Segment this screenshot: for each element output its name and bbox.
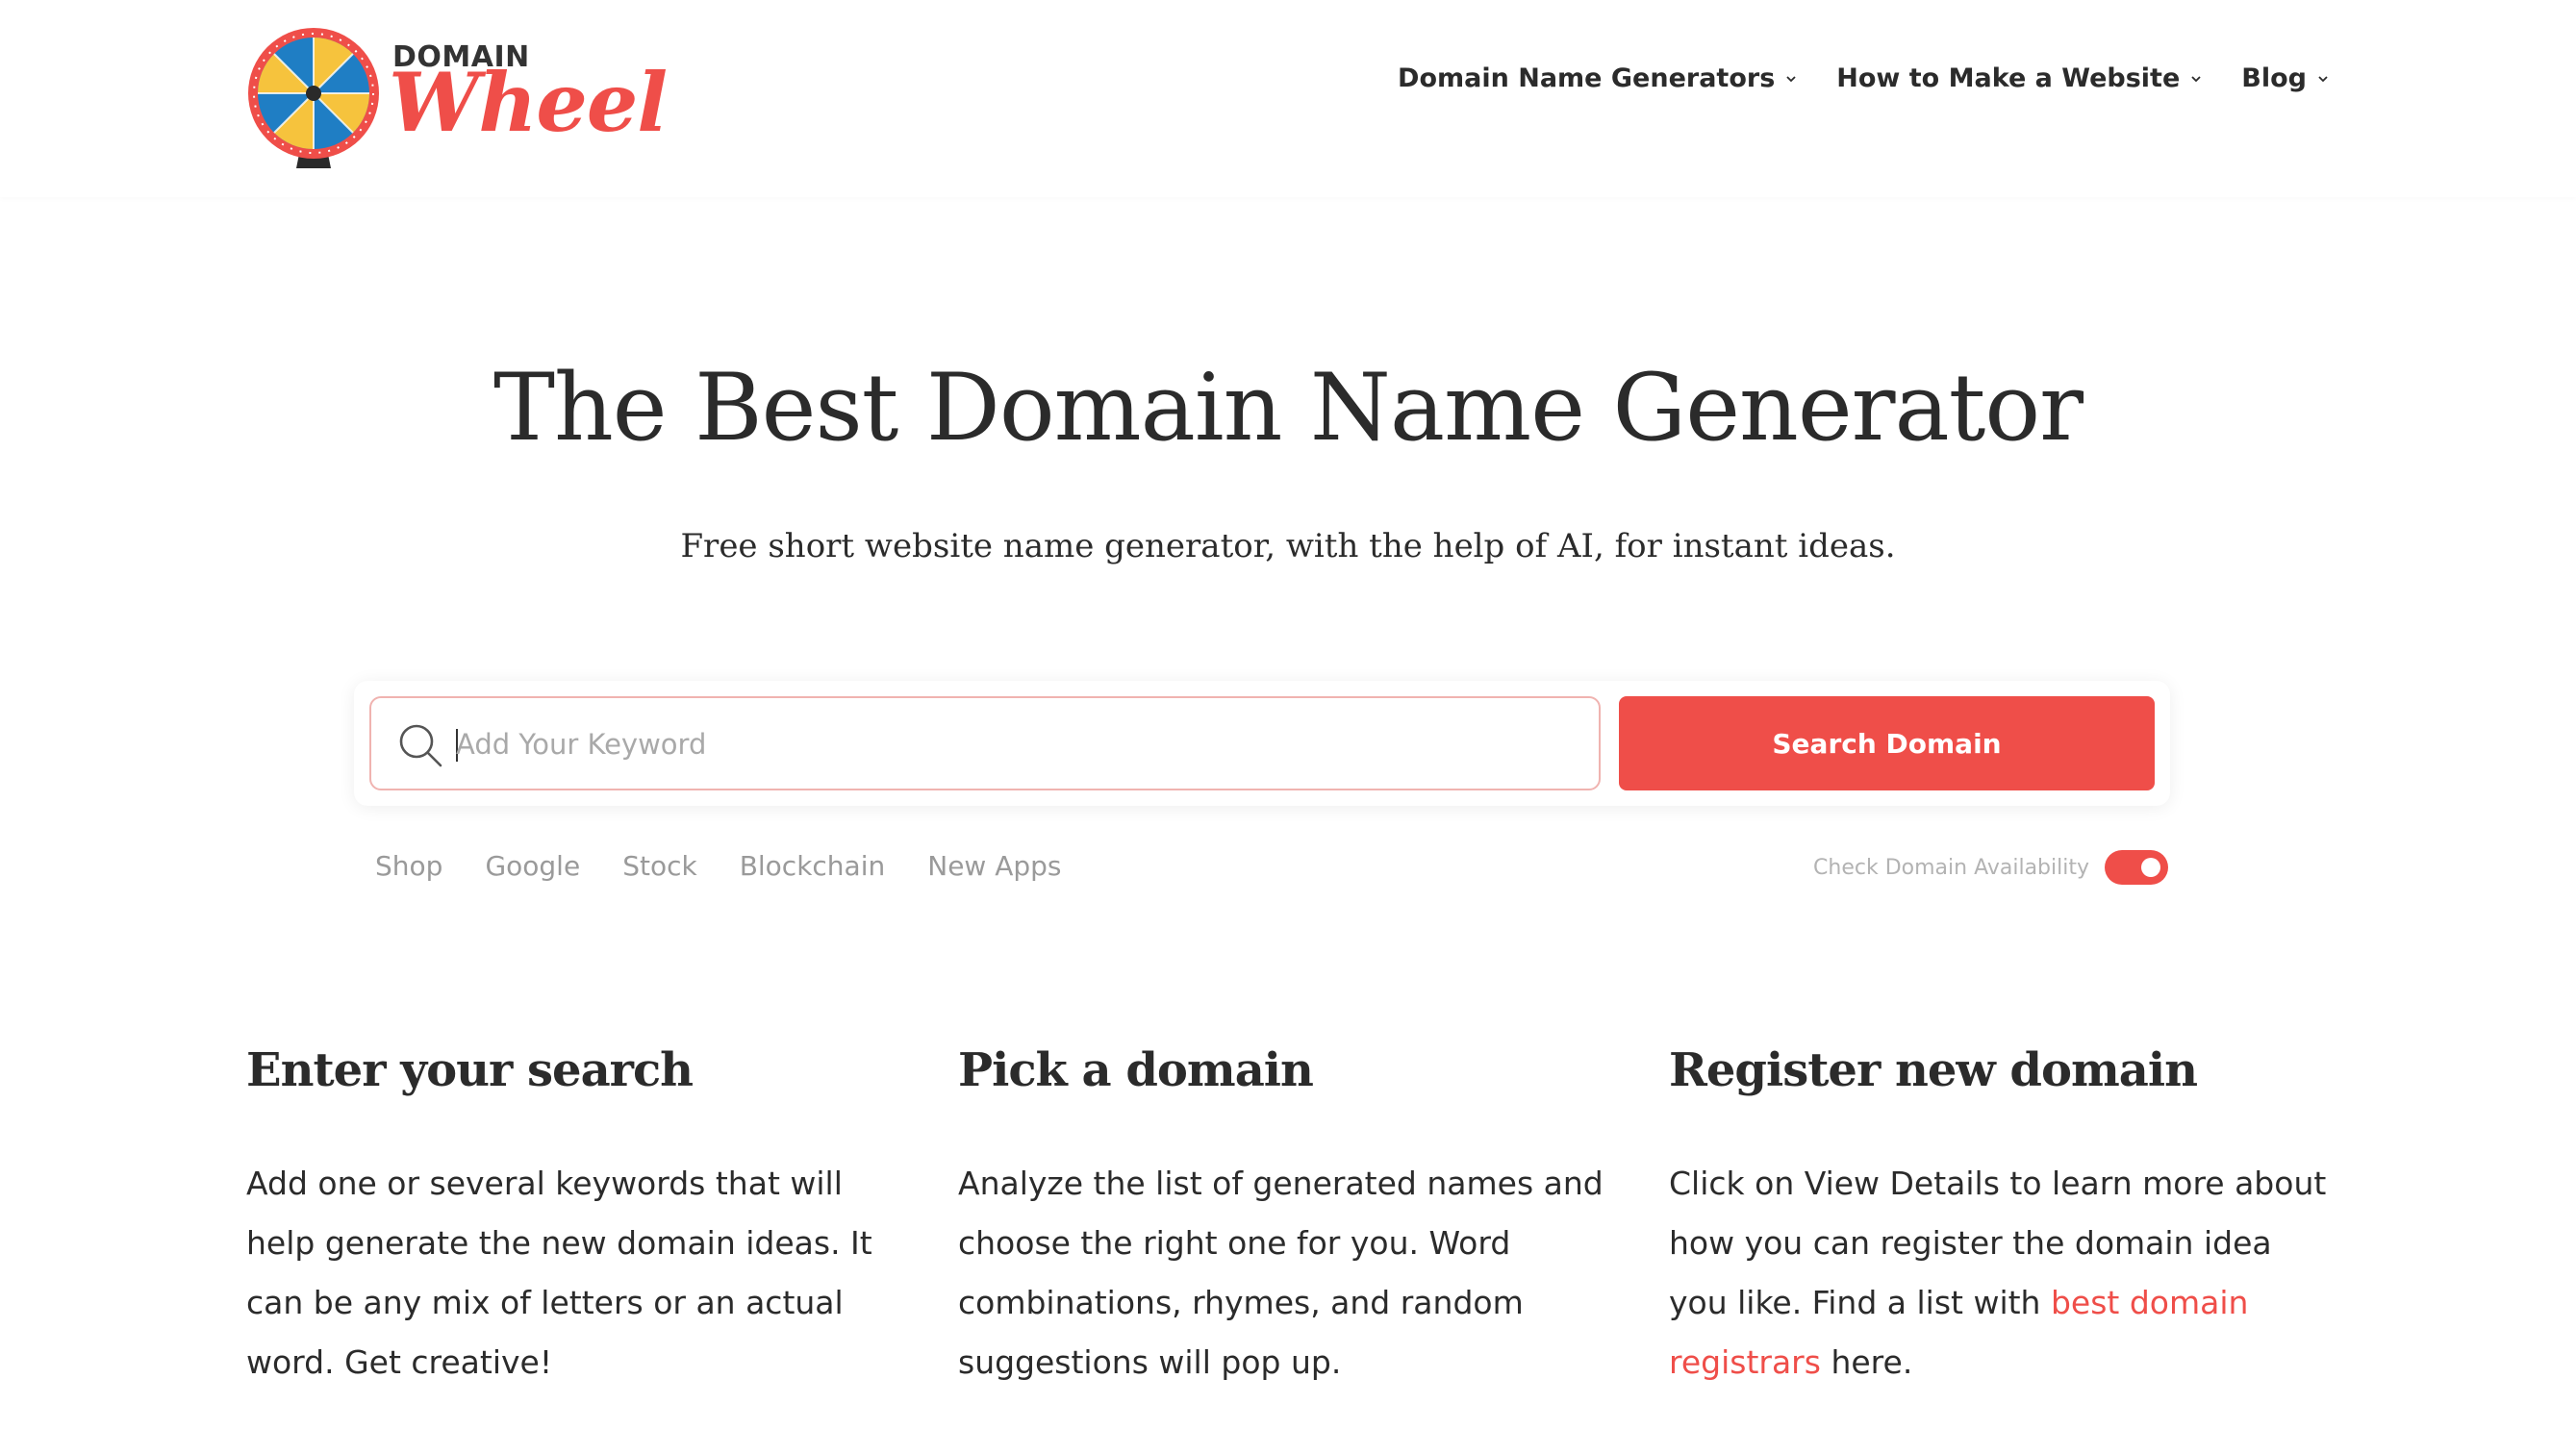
toggle-knob <box>2141 858 2160 877</box>
step-register-domain: Register new domain Click on View Detail… <box>1669 1039 2333 1392</box>
main-nav: Domain Name Generators How to Make a Web… <box>1398 63 2330 93</box>
availability-label: Check Domain Availability <box>1813 855 2089 880</box>
nav-item-label: Domain Name Generators <box>1398 63 1776 93</box>
suggestion-stock[interactable]: Stock <box>622 850 697 882</box>
chevron-down-icon <box>2191 75 2201 82</box>
site-logo[interactable]: DOMAIN Wheel <box>246 26 668 170</box>
chevron-down-icon <box>1786 75 1796 82</box>
step-text: Click on View Details to learn more abou… <box>1669 1154 2333 1392</box>
chevron-down-icon <box>2318 75 2328 82</box>
keyword-suggestions: Shop Google Stock Blockchain New Apps <box>375 850 1062 882</box>
nav-item-domain-name-generators[interactable]: Domain Name Generators <box>1398 63 1798 93</box>
logo-wheel-text: Wheel <box>389 55 668 150</box>
nav-item-blog[interactable]: Blog <box>2241 63 2330 93</box>
step-enter-search: Enter your search Add one or several key… <box>246 1039 910 1392</box>
step-text: Add one or several keywords that will he… <box>246 1165 872 1381</box>
wheel-logo-icon <box>248 28 379 168</box>
search-panel: Search Domain <box>354 681 2170 806</box>
suggestion-new-apps[interactable]: New Apps <box>927 850 1061 882</box>
availability-control: Check Domain Availability <box>1813 850 2168 885</box>
availability-toggle[interactable] <box>2105 850 2168 885</box>
suggestion-shop[interactable]: Shop <box>375 850 442 882</box>
step-pick-domain: Pick a domain Analyze the list of genera… <box>958 1039 1622 1392</box>
search-field[interactable] <box>369 696 1601 790</box>
nav-item-how-to-make-a-website[interactable]: How to Make a Website <box>1836 63 2203 93</box>
step-text: Analyze the list of generated names and … <box>958 1165 1604 1381</box>
keyword-input[interactable] <box>456 715 1572 773</box>
step-title: Pick a domain <box>958 1043 1314 1097</box>
search-icon <box>399 724 442 767</box>
step-title: Enter your search <box>246 1043 694 1097</box>
search-domain-button[interactable]: Search Domain <box>1619 696 2155 790</box>
step-text-after: here. <box>1831 1343 1913 1381</box>
site-header: DOMAIN Wheel Domain Name Generators How … <box>0 0 2576 197</box>
page-title: The Best Domain Name Generator <box>492 354 2084 462</box>
nav-item-label: How to Make a Website <box>1836 63 2181 93</box>
suggestion-google[interactable]: Google <box>485 850 580 882</box>
step-title: Register new domain <box>1669 1043 2198 1097</box>
suggestion-blockchain[interactable]: Blockchain <box>740 850 886 882</box>
page-subtitle: Free short website name generator, with … <box>680 527 1896 565</box>
nav-item-label: Blog <box>2241 63 2307 93</box>
